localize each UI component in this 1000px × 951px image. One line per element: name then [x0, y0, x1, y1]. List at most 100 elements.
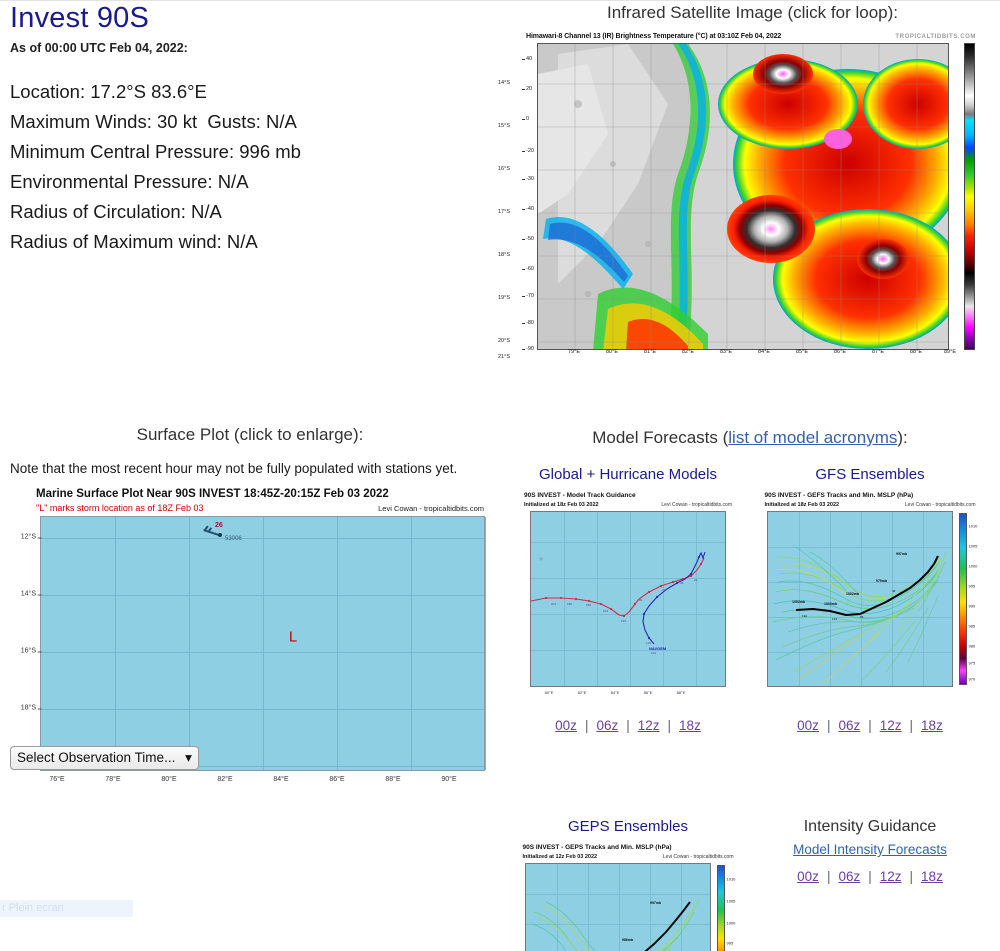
gfs-link-18z[interactable]: 18z [921, 718, 943, 733]
infrared-satellite-image[interactable]: Himawari-8 Channel 13 (IR) Brightness Te… [498, 31, 994, 366]
satellite-colorbar [964, 43, 975, 350]
gfs-link-00z[interactable]: 00z [797, 718, 819, 733]
cbar-tick: -20 [522, 148, 534, 154]
svg-text:48: 48 [892, 589, 896, 593]
model-track-guidance-image[interactable]: 90S INVEST - Model Track Guidance Initia… [522, 491, 734, 706]
surface-lat-tick: 16°S [20, 647, 43, 655]
model-forecasts-heading: Model Forecasts (list of model acronyms)… [500, 428, 1000, 448]
chevron-down-icon: ▾ [185, 750, 192, 765]
surface-lon-tick: 82°E [217, 776, 233, 783]
surface-lon-tick: 78°E [105, 776, 121, 783]
intensity-link-12z[interactable]: 12z [880, 869, 902, 884]
surface-lon-tick: 80°E [161, 776, 177, 783]
gfs-link-12z[interactable]: 12z [880, 718, 902, 733]
geps-cbar-label: 1000 [726, 920, 736, 926]
satellite-panel: Infrared Satellite Image (click for loop… [498, 0, 1000, 366]
svg-text:997mb: 997mb [650, 901, 661, 905]
intensity-guidance-column: Intensity Guidance Model Intensity Forec… [750, 818, 990, 884]
wind-barb-icon [203, 529, 220, 536]
satellite-plot-area [537, 43, 949, 350]
stat-location: Location: 17.2°S 83.6°E [10, 81, 207, 103]
intensity-link-18z[interactable]: 18z [921, 869, 943, 884]
surface-lat-tick: 18°S [20, 704, 43, 712]
page-title: Invest 90S [10, 2, 150, 34]
gfs-link-06z[interactable]: 06z [838, 718, 860, 733]
svg-text:24: 24 [694, 578, 698, 582]
sat-lat-tick: 17°S [498, 209, 510, 215]
surface-plot-heading: Surface Plot (click to enlarge): [136, 425, 364, 444]
gefs-cbar-label: 975 [968, 660, 976, 666]
svg-text:72: 72 [662, 588, 666, 592]
track-thumb-init: Initialized at 18z Feb 03 2022 [524, 502, 599, 508]
svg-text:1002mb: 1002mb [792, 600, 805, 604]
fullscreen-ghost-button[interactable]: r Plein ecran [0, 900, 133, 917]
sat-lat-tick: 15°S [498, 123, 510, 129]
sat-lat-tick: 14°S [498, 80, 510, 86]
sat-lat-tick: 20°S [498, 338, 510, 344]
global-models-time-links: 00z | 06z | 12z | 18z [508, 718, 748, 733]
sat-lon-tick: 85°E [796, 349, 808, 355]
observation-time-select[interactable]: Select Observation Time... ▾ [10, 746, 199, 770]
track-thumb-credit: Levi Cowan - tropicaltidbits.com [661, 502, 732, 508]
gefs-cbar-label: 1010 [968, 523, 978, 529]
cbar-tick: -50 [522, 236, 534, 242]
cbar-tick: 40 [521, 56, 533, 62]
gefs-cbar-label: 995 [968, 583, 976, 589]
surface-lon-tick: 86°E [329, 776, 345, 783]
gefs-cbar-label: 990 [968, 603, 976, 609]
stat-max-winds: Maximum Winds: 30 kt Gusts: N/A [10, 111, 297, 133]
svg-text:986mb: 986mb [622, 938, 633, 942]
link-separator: | [909, 869, 914, 884]
sat-lon-tick: 79°E [568, 349, 580, 355]
link-separator: | [626, 718, 630, 733]
gefs-tracks-image[interactable]: 90S INVEST - GEFS Tracks and Min. MSLP (… [762, 491, 978, 706]
cbar-tick: -30 [522, 176, 534, 182]
stat-radius-max-wind: Radius of Maximum wind: N/A [10, 231, 258, 253]
svg-text:168: 168 [586, 603, 591, 607]
gefs-cbar-label: 970 [968, 676, 976, 682]
track-lon-tick: 84°E [610, 690, 620, 695]
sat-lon-tick: 87°E [872, 349, 884, 355]
gefs-cbar-label: 980 [968, 643, 976, 649]
geps-tracks-image[interactable]: 90S INVEST - GEPS Tracks and Min. MSLP (… [520, 843, 736, 951]
geps-thumb-credit: Levi Cowan - tropicaltidbits.com [662, 854, 734, 860]
sat-lat-tick: 18°S [498, 252, 510, 258]
svg-text:997mb: 997mb [896, 552, 907, 556]
sat-lon-tick: 81°E [644, 349, 656, 355]
geps-ensembles-title: GEPS Ensembles [567, 818, 689, 835]
intensity-link-00z[interactable]: 00z [797, 869, 819, 884]
geps-cbar-label: 995 [726, 940, 734, 946]
gefs-thumb-title: 90S INVEST - GEFS Tracks and Min. MSLP (… [764, 492, 914, 499]
cbar-tick: -40 [522, 206, 534, 212]
satellite-watermark: TROPICALTIDBITS.COM [895, 34, 976, 40]
as-of-timestamp: As of 00:00 UTC Feb 04, 2022: [10, 41, 188, 56]
surface-plot-credit: Levi Cowan - tropicaltidbits.com [378, 504, 484, 513]
station-temperature: 26 [215, 522, 223, 529]
gefs-thumb-init: Initialized at 18z Feb 03 2022 [764, 502, 840, 508]
global-link-18z[interactable]: 18z [679, 718, 701, 733]
global-link-00z[interactable]: 00z [555, 718, 577, 733]
intensity-forecasts-link-row: Model Intensity Forecasts [750, 842, 990, 857]
svg-text:144: 144 [603, 609, 608, 613]
geps-ensembles-column: GEPS Ensembles 90S INVEST - GEPS Tracks … [508, 818, 748, 951]
page-root: Invest 90S As of 00:00 UTC Feb 04, 2022:… [0, 0, 1000, 951]
link-separator: | [667, 718, 672, 733]
gefs-plot-area: 997mb 979mb 1002mb 1000mb 1002mb 192 144 … [766, 511, 953, 687]
svg-text:120: 120 [646, 641, 651, 645]
sat-lat-tick: 21°S [498, 354, 510, 360]
global-link-06z[interactable]: 06z [596, 718, 618, 733]
sat-lon-tick: 80°E [606, 349, 618, 355]
model-acronyms-link[interactable]: list of model acronyms [728, 428, 897, 447]
svg-text:96: 96 [639, 598, 643, 602]
link-separator: | [868, 869, 872, 884]
surface-plot-panel: Surface Plot (click to enlarge): Note th… [0, 425, 500, 798]
model-intensity-forecasts-link[interactable]: Model Intensity Forecasts [793, 842, 947, 857]
surface-plot-subtitle: "L" marks storm location as of 18Z Feb 0… [36, 503, 204, 513]
station-dot-icon [217, 532, 222, 537]
intensity-link-06z[interactable]: 06z [838, 869, 860, 884]
cbar-tick: 0 [521, 116, 530, 122]
stat-radius-circulation: Radius of Circulation: N/A [10, 201, 222, 223]
sat-lon-tick: 83°E [720, 349, 732, 355]
gfs-ensembles-column: GFS Ensembles 90S INVEST - GEFS Tracks a… [750, 466, 990, 733]
global-link-12z[interactable]: 12z [638, 718, 660, 733]
